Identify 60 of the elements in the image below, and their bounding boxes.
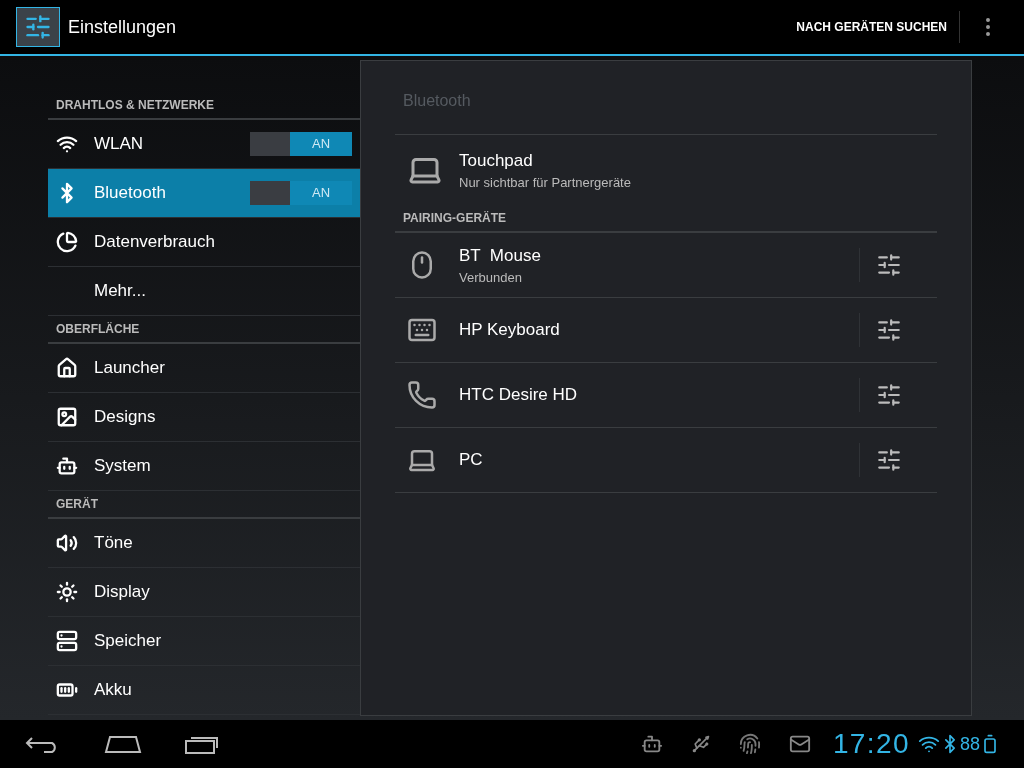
sidebar-item[interactable]: Datenverbrauch xyxy=(48,218,360,267)
section-header: PAIRING-GERÄTE xyxy=(403,210,507,227)
sidebar-item[interactable]: Designs xyxy=(48,393,360,442)
device-settings-icon[interactable] xyxy=(875,317,902,343)
sidebar-item[interactable]: Töne xyxy=(48,519,360,568)
item-label: Datenverbrauch xyxy=(94,231,216,254)
robot-icon xyxy=(56,455,78,477)
device-row[interactable]: Touchpad Nur sichtbar für Partnergeräte xyxy=(395,135,937,205)
device-name: BT Mouse xyxy=(459,244,541,267)
scan-devices-button[interactable]: NACH GERÄTEN SUCHEN xyxy=(784,11,960,43)
wifi-icon xyxy=(56,133,78,155)
home-icon xyxy=(56,357,78,379)
device-row[interactable]: HP Keyboard xyxy=(395,298,859,362)
sidebar-item[interactable]: Launcher xyxy=(48,344,360,393)
mail-icon[interactable] xyxy=(788,733,811,755)
panel-title: Bluetooth xyxy=(403,92,471,109)
item-label: Launcher xyxy=(94,357,166,380)
section-header: DRAHTLOS & NETZWERKE xyxy=(56,97,214,114)
sidebar-item[interactable]: Akku xyxy=(48,666,360,715)
device-name: HTC Desire HD xyxy=(459,384,578,407)
picture-icon xyxy=(56,406,78,428)
item-label: Bluetooth xyxy=(94,182,167,205)
device-subtitle: Nur sichtbar für Partnergeräte xyxy=(459,174,631,192)
item-label: Designs xyxy=(94,406,157,429)
home-button[interactable] xyxy=(104,735,144,753)
phone-icon xyxy=(407,380,437,410)
section-header: OBERFLÄCHE xyxy=(56,321,140,338)
item-label: Speicher xyxy=(94,630,163,653)
speaker-icon xyxy=(56,532,78,554)
storage-icon xyxy=(56,630,78,652)
app-title: Einstellungen xyxy=(68,15,177,39)
device-row[interactable]: BT Mouse Verbunden xyxy=(395,233,859,297)
sun-icon xyxy=(56,581,78,603)
sidebar-item[interactable]: System xyxy=(48,442,360,491)
device-name: Touchpad xyxy=(459,149,534,172)
sidebar-item[interactable]: Display xyxy=(48,568,360,617)
device-status: Verbunden xyxy=(459,269,523,287)
android-icon[interactable] xyxy=(640,733,663,755)
device-settings-icon[interactable] xyxy=(875,382,902,408)
item-label: System xyxy=(94,455,152,478)
device-row[interactable]: PC xyxy=(395,428,859,492)
fingerprint-icon[interactable] xyxy=(738,733,761,755)
device-row[interactable]: HTC Desire HD xyxy=(395,363,859,427)
usb-icon[interactable] xyxy=(690,734,711,754)
device-name: PC xyxy=(459,449,483,472)
clock-time: 17:20 xyxy=(832,727,910,761)
sidebar-item[interactable]: Bluetooth AN xyxy=(48,169,360,218)
item-label: Mehr... xyxy=(94,280,147,303)
item-label: Display xyxy=(94,581,151,604)
device-settings-icon[interactable] xyxy=(875,252,902,278)
item-label: Akku xyxy=(94,679,133,702)
section-header: GERÄT xyxy=(56,496,98,513)
item-label: WLAN xyxy=(94,133,145,156)
sidebar-item[interactable]: Speicher xyxy=(48,617,360,666)
item-label: Töne xyxy=(94,532,134,555)
pie-chart-icon xyxy=(56,231,78,253)
settings-app-icon[interactable] xyxy=(16,7,60,47)
device-name: HP Keyboard xyxy=(459,319,560,342)
battery-level: 88 xyxy=(959,732,980,756)
device-settings-icon[interactable] xyxy=(875,447,902,473)
